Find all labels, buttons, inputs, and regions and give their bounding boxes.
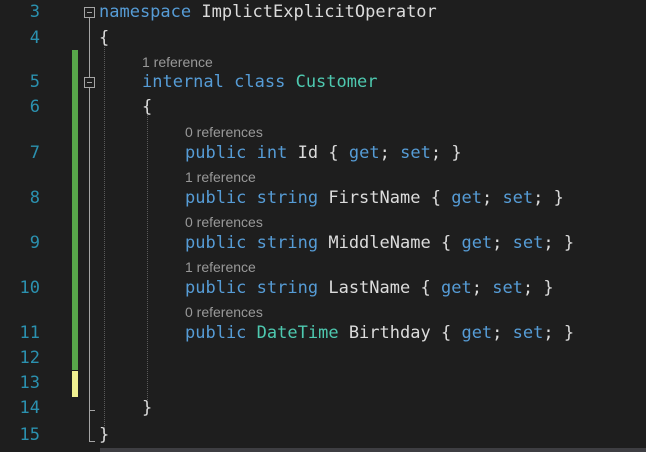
code-line-11: public DateTime Birthday { get; set; } <box>185 323 574 343</box>
codelens-references[interactable]: 0 references <box>185 304 263 320</box>
accessor: set <box>512 323 544 343</box>
unsaved-change-bar <box>72 371 78 397</box>
keyword: namespace <box>99 2 192 22</box>
collapse-class-icon[interactable] <box>84 77 95 88</box>
brace: { <box>328 143 339 163</box>
accessor: set <box>492 278 523 298</box>
indent-guide <box>147 100 148 400</box>
codelens-references[interactable]: 1 reference <box>142 54 213 70</box>
brace: } <box>563 233 575 253</box>
brace: } <box>563 323 575 343</box>
accessor: get <box>461 233 493 253</box>
property-name: MiddleName <box>328 233 431 253</box>
codelens-references[interactable]: 0 references <box>185 124 263 140</box>
property-name: FirstName <box>328 188 421 208</box>
keyword: string <box>256 188 319 208</box>
line-number: 4 <box>29 28 40 48</box>
code-line-14: } <box>142 398 152 418</box>
keyword: public <box>185 143 247 163</box>
brace: } <box>553 188 564 208</box>
property-name: LastName <box>328 278 411 298</box>
accessor: get <box>440 278 472 298</box>
code-line-9: public string MiddleName { get; set; } <box>185 233 574 253</box>
line-number: 13 <box>19 373 40 393</box>
keyword: public <box>185 278 247 298</box>
code-line-4: { <box>99 28 109 48</box>
semicolon: ; <box>543 233 554 253</box>
keyword: string <box>256 278 319 298</box>
brace: { <box>99 28 110 48</box>
line-number: 15 <box>19 425 40 445</box>
accessor: get <box>348 143 380 163</box>
semicolon: ; <box>492 323 503 343</box>
line-number: 7 <box>29 143 40 163</box>
property-name: Birthday <box>348 323 431 343</box>
brace: { <box>420 278 431 298</box>
brace: } <box>142 398 153 418</box>
accessor: set <box>512 233 544 253</box>
brace: { <box>440 233 452 253</box>
brace: { <box>440 323 452 343</box>
codelens-references[interactable]: 1 reference <box>185 169 256 185</box>
keyword: public <box>185 188 247 208</box>
accessor: get <box>451 188 482 208</box>
keyword: class <box>234 72 286 92</box>
keyword: internal <box>142 72 224 92</box>
code-editor[interactable]: 3 4 5 6 7 8 9 10 11 12 13 14 15 namespac… <box>0 0 646 452</box>
code-line-10: public string LastName { get; set; } <box>185 278 554 298</box>
brace: { <box>142 97 153 117</box>
semicolon: ; <box>492 233 503 253</box>
code-line-8: public string FirstName { get; set; } <box>185 188 564 208</box>
line-number: 9 <box>29 233 40 253</box>
code-line-7: public int Id { get; set; } <box>185 143 462 163</box>
code-line-6: { <box>142 97 152 117</box>
brace: { <box>430 188 441 208</box>
accessor: set <box>502 188 534 208</box>
code-line-5: internal class Customer <box>142 72 377 92</box>
namespace-name: ImplictExplicitOperator <box>201 2 437 22</box>
semicolon: ; <box>533 188 544 208</box>
line-number: 12 <box>19 348 40 368</box>
semicolon: ; <box>481 188 493 208</box>
accessor: get <box>461 323 493 343</box>
codelens-references[interactable]: 1 reference <box>185 259 256 275</box>
line-number: 5 <box>29 72 40 92</box>
line-number: 6 <box>29 97 40 117</box>
keyword: string <box>256 233 319 253</box>
semicolon: ; <box>522 278 534 298</box>
collapse-namespace-icon[interactable] <box>84 7 95 18</box>
accessor: set <box>400 143 431 163</box>
line-number: 10 <box>19 278 40 298</box>
line-number: 8 <box>29 188 40 208</box>
horizontal-scrollbar[interactable] <box>100 448 646 452</box>
code-line-15: } <box>99 425 109 445</box>
keyword: int <box>256 143 288 163</box>
class-name: Customer <box>295 72 378 92</box>
indent-guide <box>104 30 105 440</box>
outline-end <box>89 410 95 411</box>
codelens-references[interactable]: 0 references <box>185 214 263 230</box>
property-name: Id <box>297 143 319 163</box>
line-number: 3 <box>29 2 40 22</box>
saved-change-bar <box>72 50 78 370</box>
brace: } <box>99 425 110 445</box>
keyword: public <box>185 323 247 343</box>
code-line-3: namespace ImplictExplicitOperator <box>99 2 437 22</box>
brace: } <box>543 278 554 298</box>
keyword: public <box>185 233 247 253</box>
line-number: 11 <box>19 323 40 343</box>
line-number: 14 <box>19 398 40 418</box>
semicolon: ; <box>379 143 390 163</box>
type-name: DateTime <box>256 323 339 343</box>
semicolon: ; <box>430 143 442 163</box>
outline-end <box>89 441 95 442</box>
semicolon: ; <box>543 323 554 343</box>
semicolon: ; <box>471 278 482 298</box>
brace: } <box>451 143 462 163</box>
